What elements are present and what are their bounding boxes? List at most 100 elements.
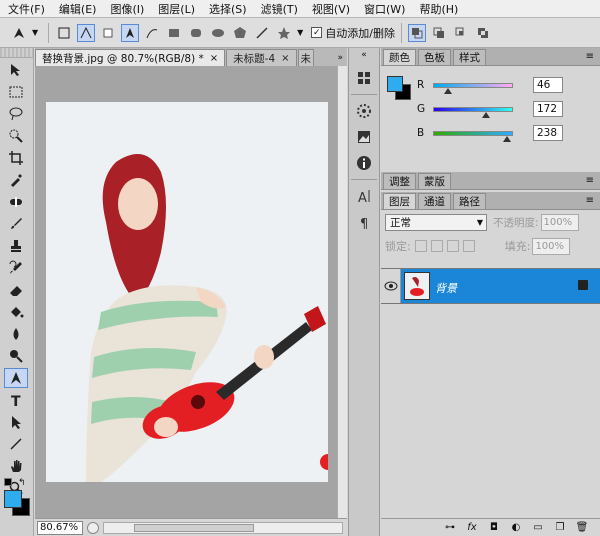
brushes-panel-icon[interactable] (352, 101, 376, 121)
type-tool-icon[interactable]: T (4, 390, 28, 410)
pen-tool-option-icon[interactable] (121, 23, 140, 42)
close-icon[interactable]: × (210, 53, 218, 64)
healing-brush-tool-icon[interactable] (4, 192, 28, 212)
menu-view[interactable]: 视图(V) (312, 1, 350, 17)
tab-styles[interactable]: 样式 (453, 49, 486, 65)
chevron-down-icon[interactable]: ▼ (297, 28, 303, 37)
menu-help[interactable]: 帮助(H) (419, 1, 458, 17)
shape-layers-icon[interactable] (55, 24, 73, 42)
path-combine-add-icon[interactable] (408, 23, 427, 42)
doc-tab-replace-background[interactable]: 替换背景.jpg @ 80.7%(RGB/8) * × (35, 49, 226, 66)
red-slider[interactable] (433, 82, 513, 94)
swap-colors-icon[interactable]: ↰ (18, 478, 26, 488)
panel-foreground-swatch[interactable] (387, 76, 403, 92)
line-tool-icon[interactable] (4, 434, 28, 454)
move-tool-icon[interactable] (4, 60, 28, 80)
doc-tab-overflow[interactable]: 未 (297, 49, 314, 66)
new-group-icon[interactable]: ▭ (530, 522, 546, 534)
dodge-tool-icon[interactable] (4, 346, 28, 366)
red-value-field[interactable]: 46 (533, 77, 563, 93)
history-panel-icon[interactable] (352, 68, 376, 88)
eye-icon[interactable] (381, 269, 401, 303)
paint-bucket-tool-icon[interactable] (4, 302, 28, 322)
link-layers-icon[interactable]: ⊶ (442, 522, 458, 534)
marquee-tool-icon[interactable] (4, 82, 28, 102)
lock-position-icon[interactable] (446, 240, 459, 252)
pen-preset-icon[interactable] (10, 24, 28, 42)
chevron-down-icon[interactable]: ▼ (32, 28, 38, 37)
clone-stamp-tool-icon[interactable] (4, 236, 28, 256)
ellipse-shape-icon[interactable] (209, 24, 227, 42)
vertical-scrollbar[interactable] (337, 66, 347, 518)
fill-field[interactable]: 100% (532, 237, 571, 255)
foreground-color-swatch[interactable] (4, 490, 22, 508)
paths-mode-icon[interactable] (77, 23, 96, 42)
freeform-pen-icon[interactable] (143, 24, 161, 42)
green-value-field[interactable]: 172 (533, 101, 563, 117)
panel-menu-icon[interactable]: ≡ (586, 195, 594, 206)
menu-file[interactable]: 文件(F) (8, 1, 45, 17)
menu-edit[interactable]: 编辑(E) (59, 1, 97, 17)
info-panel-icon[interactable] (352, 153, 376, 173)
lock-all-icon[interactable] (462, 240, 475, 252)
tabs-overflow-icon[interactable]: » (337, 53, 343, 63)
line-shape-icon[interactable] (253, 24, 271, 42)
rounded-rect-shape-icon[interactable] (187, 24, 205, 42)
character-panel-icon[interactable]: A (352, 186, 376, 206)
rectangle-shape-icon[interactable] (165, 24, 183, 42)
navigator-panel-icon[interactable] (352, 127, 376, 147)
delete-layer-icon[interactable]: 🗑 (574, 522, 590, 534)
tab-paths[interactable]: 路径 (453, 193, 486, 209)
tab-adjustments[interactable]: 调整 (383, 173, 416, 189)
toolbox-grip[interactable] (0, 48, 33, 58)
menu-image[interactable]: 图像(I) (110, 1, 144, 17)
doc-tab-untitled-4[interactable]: 未标题-4 × (226, 49, 297, 66)
canvas-area[interactable] (35, 66, 347, 518)
blur-tool-icon[interactable] (4, 324, 28, 344)
default-colors-icon[interactable] (4, 478, 12, 486)
green-slider[interactable] (433, 106, 513, 118)
add-mask-icon[interactable]: ◘ (486, 522, 502, 534)
new-adjustment-icon[interactable]: ◐ (508, 522, 524, 534)
tab-swatches[interactable]: 色板 (418, 49, 451, 65)
crop-tool-icon[interactable] (4, 148, 28, 168)
path-subtract-icon[interactable] (430, 24, 448, 42)
auto-add-delete-checkbox[interactable]: ✓ 自动添加/删除 (311, 25, 395, 41)
tab-masks[interactable]: 蒙版 (418, 173, 451, 189)
path-intersect-icon[interactable] (452, 24, 470, 42)
polygon-shape-icon[interactable] (231, 24, 249, 42)
tab-color[interactable]: 颜色 (383, 49, 416, 65)
blue-slider[interactable] (433, 130, 513, 142)
path-selection-tool-icon[interactable] (4, 412, 28, 432)
fill-pixels-icon[interactable] (99, 24, 117, 42)
layer-row-background[interactable]: 背景 (381, 268, 600, 304)
lock-image-icon[interactable] (430, 240, 443, 252)
tab-channels[interactable]: 通道 (418, 193, 451, 209)
opacity-field[interactable]: 100% (540, 213, 579, 231)
lasso-tool-icon[interactable] (4, 104, 28, 124)
panel-menu-icon[interactable]: ≡ (586, 51, 594, 62)
brush-tool-icon[interactable] (4, 214, 28, 234)
scroll-thumb[interactable] (134, 523, 254, 532)
expand-panels-icon[interactable]: « (349, 48, 379, 62)
custom-shape-icon[interactable] (275, 24, 293, 42)
menu-layer[interactable]: 图层(L) (158, 1, 195, 17)
eraser-tool-icon[interactable] (4, 280, 28, 300)
horizontal-scrollbar[interactable] (103, 521, 343, 534)
history-brush-tool-icon[interactable] (4, 258, 28, 278)
path-exclude-icon[interactable] (474, 24, 492, 42)
green-slider-caret[interactable] (482, 111, 491, 118)
eyedropper-tool-icon[interactable] (4, 170, 28, 190)
menu-window[interactable]: 窗口(W) (364, 1, 405, 17)
quick-select-tool-icon[interactable] (4, 126, 28, 146)
fx-icon[interactable]: fx (464, 522, 480, 534)
new-layer-icon[interactable]: ❐ (552, 522, 568, 534)
panel-menu-icon[interactable]: ≡ (586, 175, 594, 186)
lock-transparent-icon[interactable] (414, 240, 427, 252)
red-slider-caret[interactable] (444, 87, 453, 94)
menu-select[interactable]: 选择(S) (209, 1, 247, 17)
hand-tool-icon[interactable] (4, 456, 28, 476)
zoom-level-field[interactable]: 80.67% (37, 520, 83, 535)
paragraph-panel-icon[interactable]: ¶ (352, 212, 376, 232)
pen-tool-icon[interactable] (4, 368, 28, 388)
